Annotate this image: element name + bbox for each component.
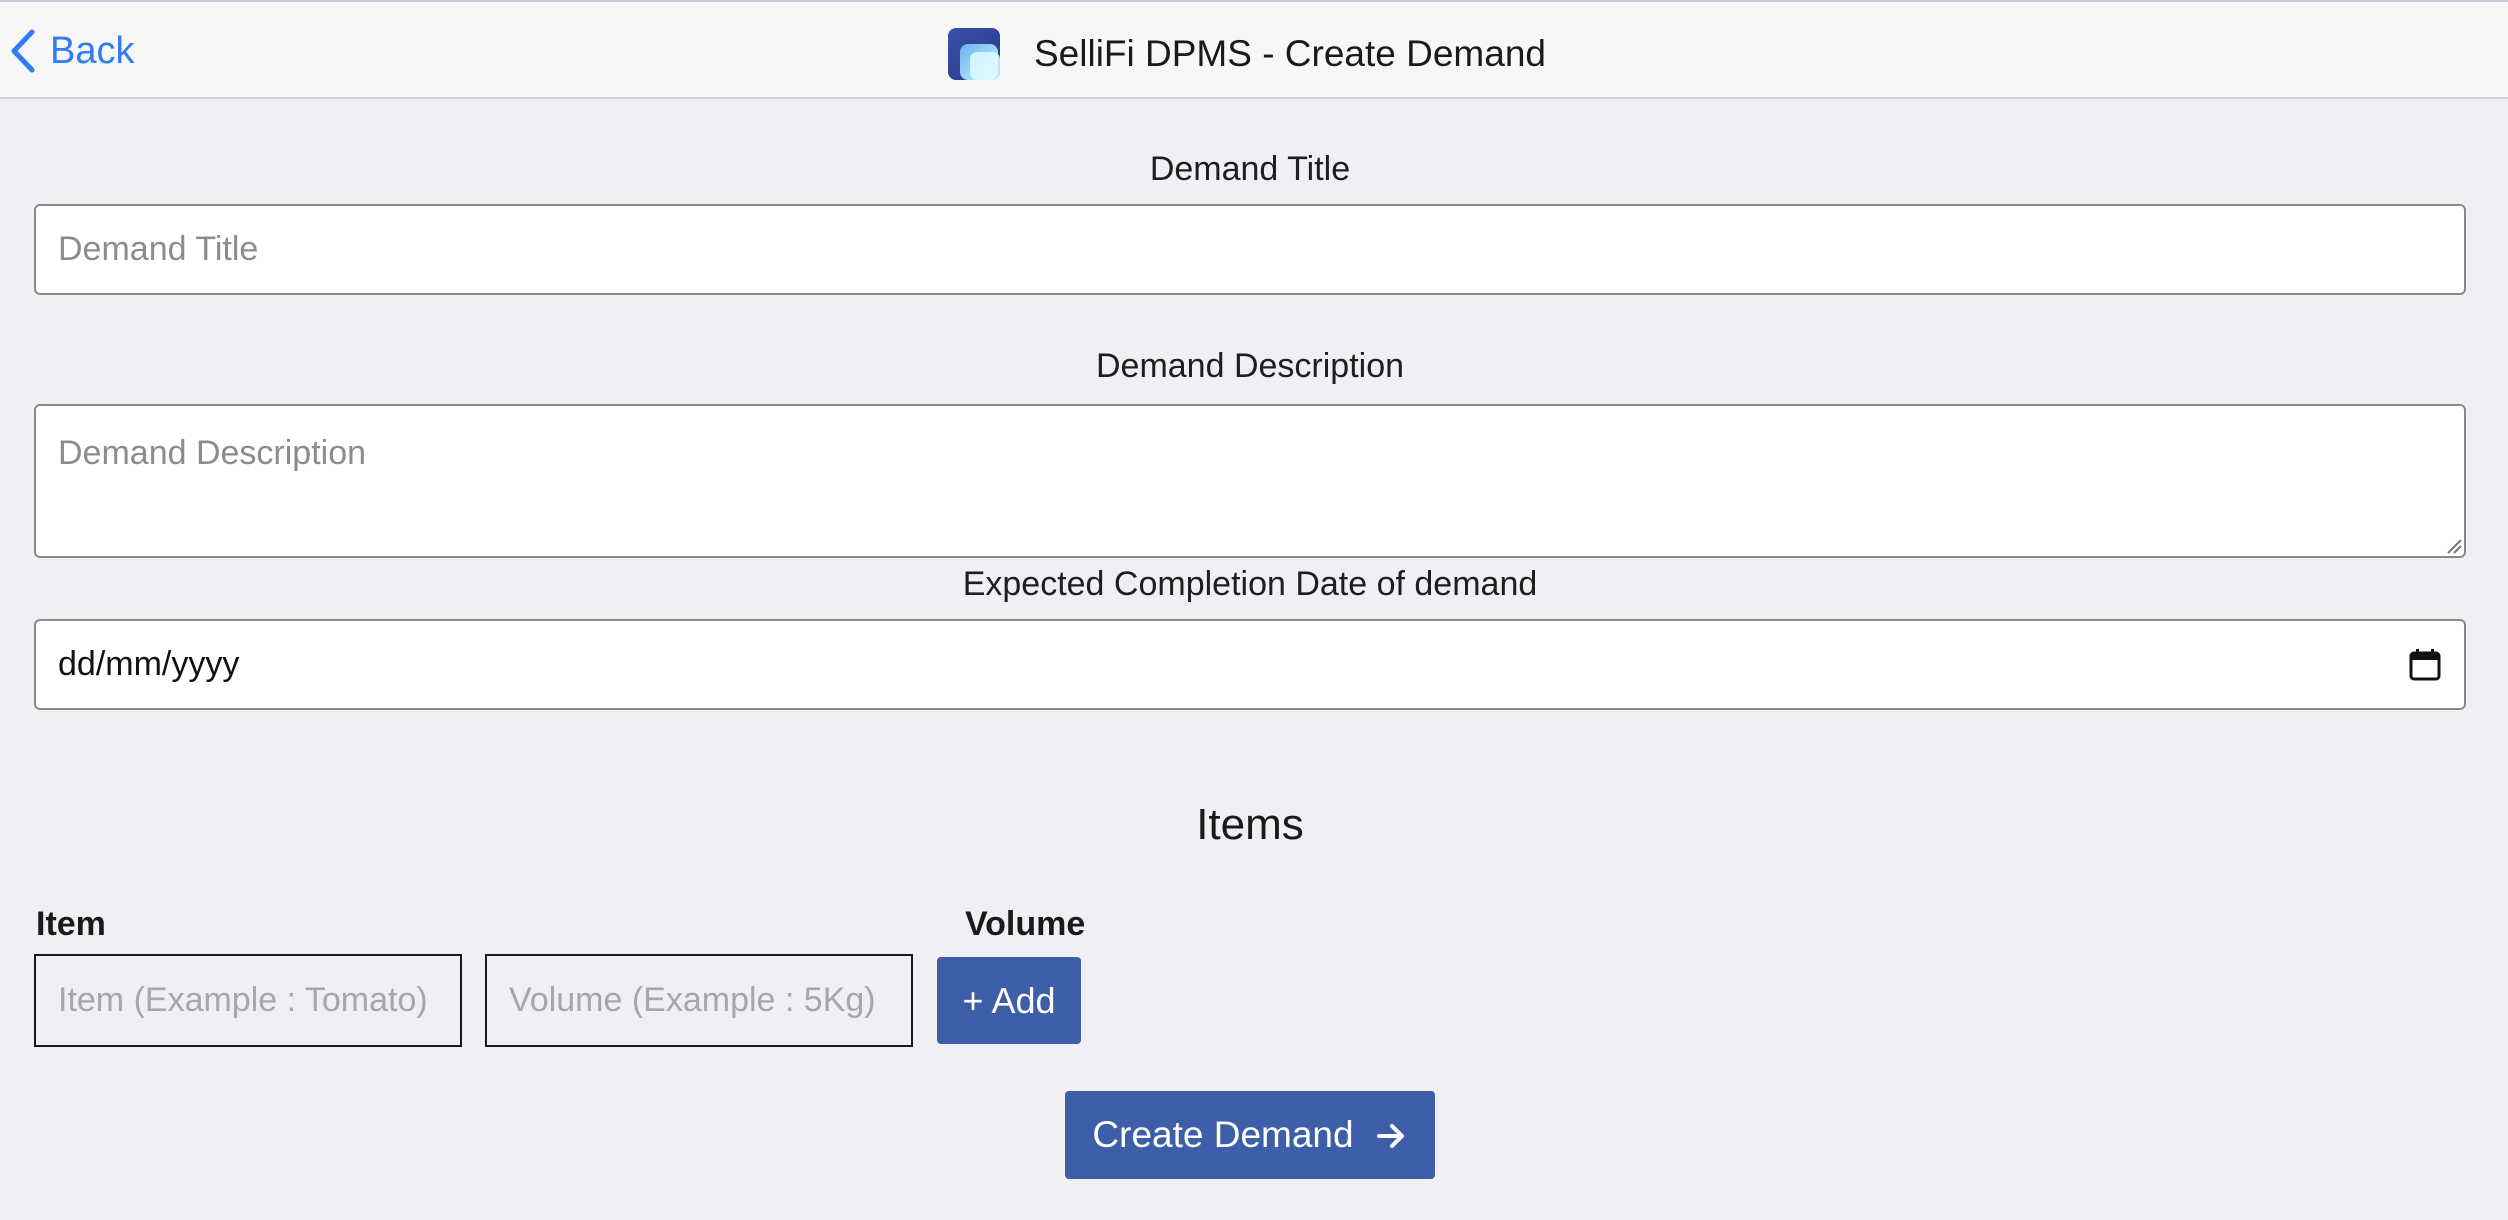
items-heading: Items	[1196, 800, 1304, 849]
create-demand-button[interactable]: Create Demand	[1065, 1091, 1435, 1179]
navbar-title-group: SelliFi DPMS - Create Demand	[946, 26, 1546, 82]
description-wrapper	[34, 404, 2466, 558]
volume-input[interactable]	[485, 954, 913, 1047]
top-navbar: Back SelliFi DPMS - Create Demand	[0, 0, 2508, 99]
back-label: Back	[50, 29, 135, 72]
chevron-left-icon	[11, 29, 35, 73]
sellifi-logo-icon	[948, 28, 1000, 80]
demand-title-label: Demand Title	[1149, 150, 1351, 188]
item-column-label: Item	[36, 905, 106, 943]
completion-date-input[interactable]: dd/mm/yyyy	[34, 619, 2466, 710]
item-input[interactable]	[34, 954, 462, 1047]
date-placeholder: dd/mm/yyyy	[58, 645, 240, 683]
demand-description-textarea[interactable]	[34, 404, 2466, 558]
calendar-icon[interactable]	[2408, 648, 2442, 682]
demand-title-input[interactable]	[34, 204, 2466, 295]
demand-description-label: Demand Description	[1095, 347, 1405, 385]
back-button[interactable]: Back	[8, 28, 134, 74]
page-title: SelliFi DPMS - Create Demand	[1034, 33, 1546, 74]
resize-handle-icon[interactable]	[2444, 536, 2462, 554]
arrow-right-icon	[1376, 1124, 1404, 1148]
create-demand-label: Create Demand	[1092, 1114, 1354, 1155]
volume-column-label: Volume	[965, 905, 1086, 943]
completion-date-label: Expected Completion Date of demand	[962, 565, 1538, 603]
add-item-button[interactable]: + Add	[937, 957, 1081, 1044]
